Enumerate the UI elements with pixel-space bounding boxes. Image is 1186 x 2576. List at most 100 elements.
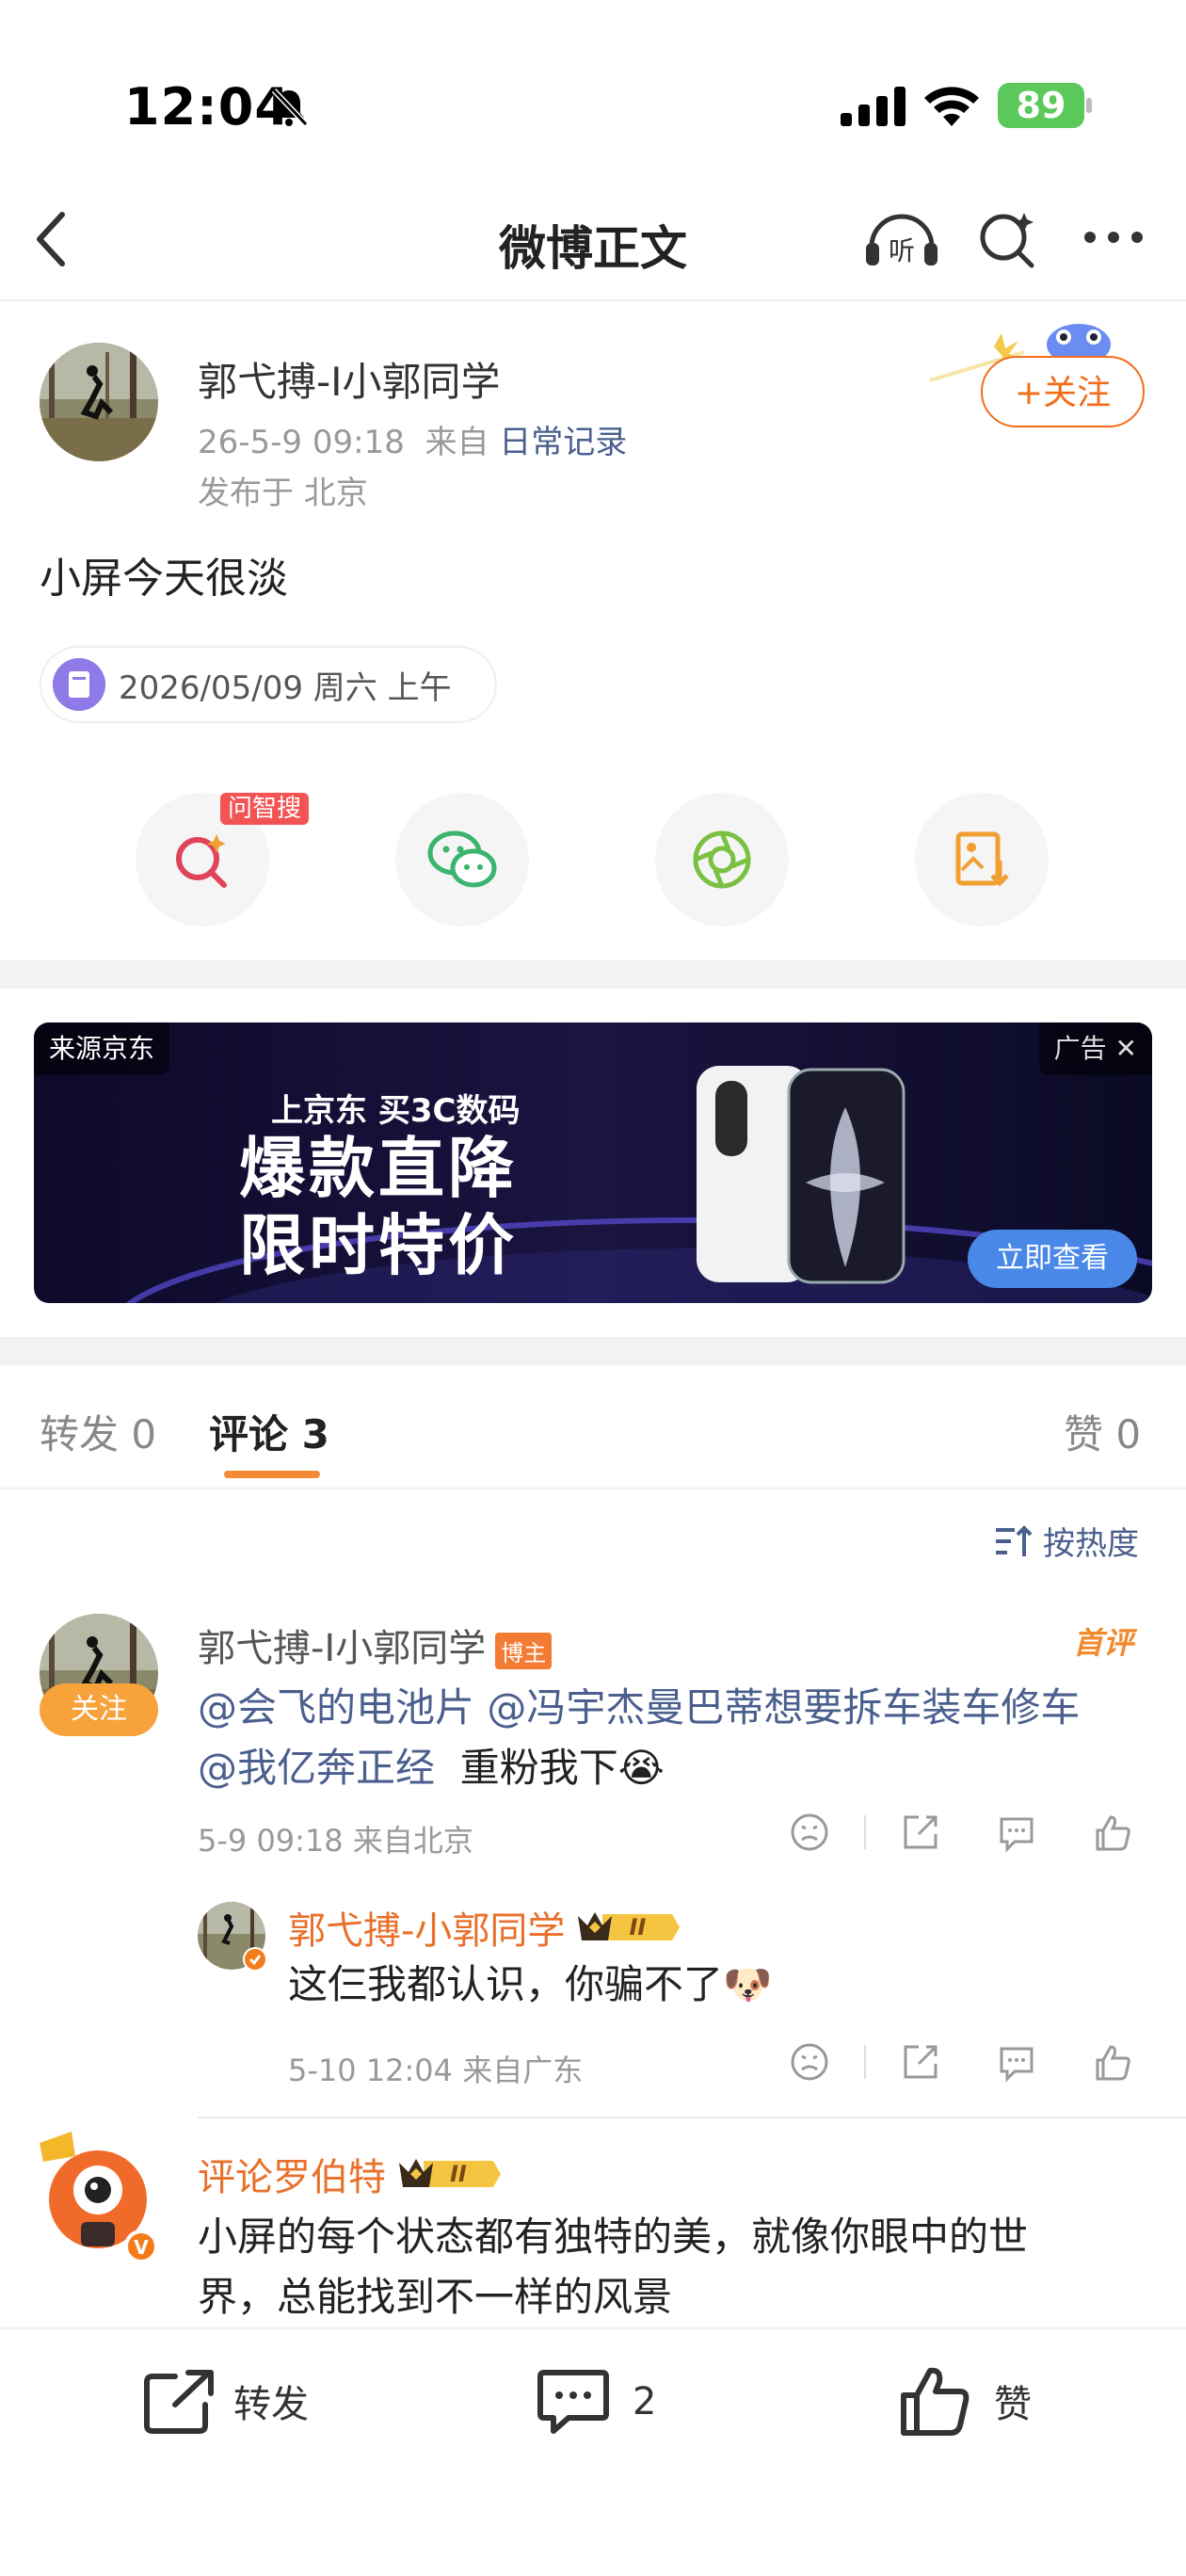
crying-emoji: 😭 (617, 1745, 665, 1791)
wenzhisou-tag: 问智搜 (220, 793, 310, 825)
reply-author[interactable]: 郭弋搏-小郭同学 II (288, 1900, 681, 1955)
author-name[interactable]: 郭弋搏-I小郭同学 (198, 350, 501, 408)
crown-level-badge (399, 2159, 501, 2187)
wechat-icon (427, 830, 497, 888)
comment-line-2: 界，总能找到不一样的风景 (198, 2274, 673, 2320)
ad-cta-button[interactable]: 立即查看 (968, 1230, 1137, 1288)
share-wechat-button[interactable] (395, 793, 529, 926)
like-button[interactable]: 赞 (898, 2363, 1032, 2439)
doge-emoji: 🐶 (723, 1961, 773, 2007)
wifi-icon (924, 87, 979, 126)
comment-count: 2 (633, 2380, 657, 2423)
ad-tag[interactable]: 广告 ✕ (1038, 1022, 1152, 1075)
reply-actions (789, 2041, 1133, 2083)
comment-meta: 5-9 09:18 来自北京 (198, 1823, 473, 1859)
svg-text:听: 听 (889, 235, 915, 266)
mention-link[interactable]: @我亿奔正经 (198, 1745, 435, 1791)
post-from-label: 来自 (425, 424, 489, 461)
tab-repost[interactable]: 转发 0 (40, 1403, 156, 1460)
battery-indicator: 89 (998, 83, 1084, 128)
signal-icon (841, 87, 906, 126)
comment-author-name[interactable]: 评论罗伯特 (198, 2147, 386, 2201)
more-icon[interactable] (1082, 228, 1145, 247)
comment-follow-button[interactable]: 关注 (40, 1683, 158, 1736)
reply-body: 这仨我都认识，你骗不了 (288, 1961, 724, 2007)
post-meta: 26-5-9 09:18 来自 日常记录 (198, 416, 627, 462)
like-icon[interactable] (1092, 1811, 1133, 1853)
reply-meta: 5-10 12:04 来自广东 (288, 2053, 584, 2088)
comment-line-1: 小屏的每个状态都有独特的美，就像你眼中的世 (198, 2214, 1029, 2260)
battery-cap (1086, 98, 1092, 113)
reply-icon[interactable] (996, 2041, 1037, 2083)
ad-headline-line-1: 爆款直降 (239, 1130, 518, 1207)
ad-source-label: 来源京东 (34, 1022, 170, 1075)
reply-text: 这仨我都认识，你骗不了🐶 (288, 1955, 772, 2015)
repost-icon (144, 2370, 214, 2434)
comment-body: 重粉我下 (459, 1745, 618, 1791)
dislike-icon[interactable] (789, 1811, 830, 1853)
share-moments-button[interactable] (655, 793, 789, 926)
crown-level-badge (578, 1912, 681, 1940)
calendar-book-icon (53, 658, 105, 711)
comment-author[interactable]: 郭弋搏-I小郭同学 博主 (198, 1618, 553, 1672)
sort-label: 按热度 (1043, 1525, 1139, 1563)
sort-icon (996, 1524, 1033, 1556)
nav-divider (0, 299, 1186, 301)
share-icon[interactable] (900, 2041, 941, 2083)
ad-headline: 爆款直降 限时特价 (239, 1130, 518, 1284)
comment-author-name[interactable]: 郭弋搏-I小郭同学 (198, 1627, 486, 1670)
post-timestamp: 26-5-9 09:18 (198, 424, 405, 461)
ad-tag-label: 广告 (1053, 1033, 1107, 1064)
post-location: 发布于 北京 (198, 475, 368, 512)
ai-search-icon[interactable] (975, 207, 1037, 269)
mention-link[interactable]: @会飞的电池片 (198, 1684, 474, 1731)
sort-by-heat-button[interactable]: 按热度 (994, 1518, 1139, 1564)
divider (864, 2045, 866, 2079)
blogger-badge: 博主 (495, 1632, 553, 1669)
tab-comments[interactable]: 评论 3 (209, 1403, 329, 1460)
tab-likes[interactable]: 赞 0 (1064, 1403, 1141, 1460)
comment-icon (537, 2370, 609, 2434)
svg-text:V: V (134, 2236, 149, 2259)
divider (864, 1815, 866, 1849)
verified-badge-icon (243, 1947, 267, 1972)
first-comment-badge: 首评 (1073, 1625, 1134, 1661)
mention-link[interactable]: @冯宇杰曼巴蒂想要拆车装车修车 (487, 1684, 1080, 1731)
tabs-divider (0, 1488, 1186, 1489)
bottom-bar-divider (0, 2327, 1186, 2329)
share-icon[interactable] (900, 1811, 941, 1853)
thumbs-up-icon (901, 2367, 970, 2436)
ad-subtitle: 上京东 买3C数码 (271, 1092, 521, 1130)
ad-headline-line-2: 限时特价 (239, 1207, 518, 1284)
post-source-link[interactable]: 日常记录 (499, 424, 627, 461)
bell-muted-icon (271, 88, 309, 127)
save-image-button[interactable] (915, 793, 1049, 926)
follow-button[interactable]: +关注 (981, 356, 1145, 427)
ai-search-color-icon (176, 834, 227, 888)
robot-avatar[interactable]: V (34, 2124, 162, 2265)
repost-label: 转发 (233, 2383, 309, 2426)
close-icon[interactable]: ✕ (1115, 1033, 1137, 1064)
post-text: 小屏今天很淡 (40, 555, 288, 603)
comment-author[interactable]: 评论罗伯特 II (198, 2147, 501, 2201)
listen-headphones-icon[interactable]: 听 (862, 207, 941, 269)
status-time: 12:04 (124, 77, 291, 137)
comment-actions (789, 1811, 1133, 1853)
crown-level: II (450, 2161, 467, 2187)
comment-button[interactable]: 2 (537, 2367, 656, 2437)
topic-text: 2026/05/09 周六 上午 (119, 668, 452, 707)
section-divider (0, 1337, 1186, 1365)
ad-banner[interactable]: 来源京东 广告 ✕ 上京东 买3C数码 爆款直降 限时特价 立即查看 (34, 1022, 1152, 1303)
comment-divider (198, 2117, 1186, 2118)
comment-text: @会飞的电池片 @冯宇杰曼巴蒂想要拆车装车修车 @我亿奔正经 重粉我下😭 (198, 1678, 1148, 1798)
reply-icon[interactable] (996, 1811, 1037, 1853)
dislike-icon[interactable] (789, 2041, 830, 2083)
author-avatar[interactable] (40, 343, 158, 461)
like-icon[interactable] (1092, 2041, 1133, 2083)
section-divider (0, 960, 1186, 989)
topic-tag[interactable]: 2026/05/09 周六 上午 (40, 646, 497, 723)
reply-author-name[interactable]: 郭弋搏-小郭同学 (288, 1900, 565, 1955)
like-label: 赞 (994, 2383, 1032, 2426)
repost-button[interactable]: 转发 (143, 2367, 309, 2435)
save-image-icon (955, 831, 1009, 887)
